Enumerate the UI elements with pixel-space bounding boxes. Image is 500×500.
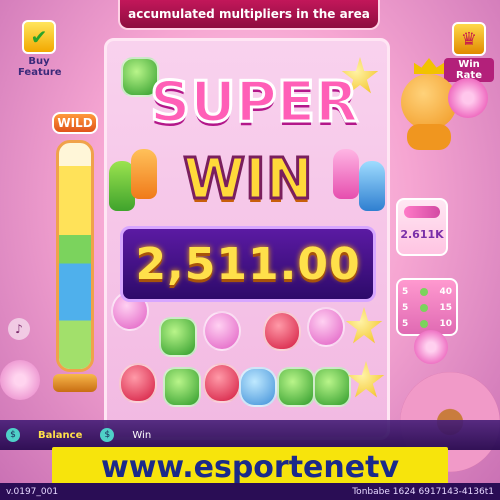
crown-icon	[414, 58, 444, 74]
candy-icon	[419, 288, 428, 296]
version-left: v.0197_001	[6, 486, 59, 497]
trophy-icon: ♛	[452, 22, 486, 56]
star-candy-symbol	[347, 361, 385, 398]
multiplier-candy-icon	[404, 206, 440, 218]
win-label: Win	[132, 429, 152, 441]
mascot-body	[407, 124, 451, 150]
pay-row: 5 15	[402, 300, 452, 316]
version-right: Tonbabe 1624 6917143-4136t1	[352, 486, 494, 497]
wild-label: WILD	[52, 112, 98, 134]
balance-label: Balance	[38, 429, 83, 441]
green-candy-symbol	[159, 317, 197, 357]
pay-row: 5 40	[402, 284, 452, 300]
bet-icon[interactable]: $	[100, 428, 115, 442]
blue-candy-symbol	[239, 367, 277, 407]
pay-value: 10	[439, 319, 452, 329]
blue-bear-symbol	[359, 161, 385, 211]
pay-value: 40	[439, 287, 452, 297]
info-bar: $ Balance $ Win	[0, 420, 500, 450]
red-heart-symbol	[203, 363, 241, 403]
star-candy-symbol	[345, 307, 383, 344]
pay-value: 15	[439, 303, 452, 313]
pay-count: 5	[402, 287, 409, 297]
version-bar: v.0197_001 Tonbabe 1624 6917143-4136t1	[0, 483, 500, 500]
candy-icon: ✔	[22, 20, 56, 54]
red-heart-symbol	[119, 363, 157, 403]
candy-icon	[419, 320, 428, 328]
wallet-icon: $	[6, 428, 20, 442]
candy-decoration-right	[414, 330, 448, 364]
wild-base	[53, 374, 97, 392]
green-candy-symbol	[163, 367, 201, 407]
top-banner: accumulated multipliers in the area	[118, 0, 380, 30]
wild-fill	[59, 165, 91, 369]
win-title: WIN	[182, 146, 314, 214]
banner-text: accumulated multipliers in the area	[128, 7, 370, 21]
pay-table: 5 40 5 15 5 10	[396, 278, 458, 336]
wild-meter: WILD	[52, 112, 98, 398]
site-watermark: www.esportenetv	[52, 447, 448, 487]
candy-icon	[419, 304, 428, 312]
red-heart-symbol	[263, 311, 301, 351]
buy-feature-label: Buy Feature	[18, 56, 62, 78]
wild-tube	[56, 140, 94, 372]
green-candy-symbol	[277, 367, 315, 407]
buy-feature-button[interactable]: ✔ Buy Feature	[18, 20, 62, 78]
candy-decoration-left	[0, 360, 40, 400]
win-amount: 2,511.00	[135, 238, 361, 290]
sound-icon[interactable]: ♪	[8, 318, 30, 340]
watermark-text: www.esportenetv	[101, 449, 399, 485]
multiplier-value: 2.611K	[400, 228, 444, 241]
pink-candy-symbol	[203, 311, 241, 351]
pay-count: 5	[402, 319, 409, 329]
win-amount-banner: 2,511.00	[120, 226, 376, 302]
pink-candy-symbol	[307, 307, 345, 347]
pay-count: 5	[402, 303, 409, 313]
lollipop-icon	[448, 78, 488, 118]
multiplier-panel: 2.611K	[396, 198, 448, 256]
green-candy-symbol	[313, 367, 351, 407]
